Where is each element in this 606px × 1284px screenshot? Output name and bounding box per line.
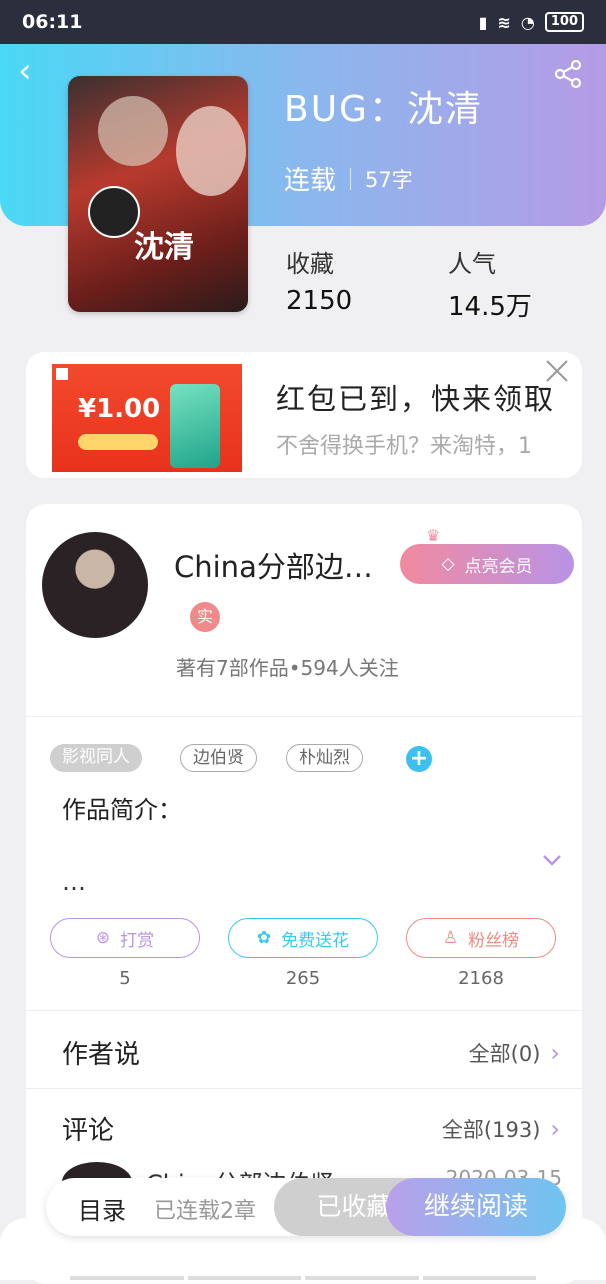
share-icon[interactable] [552, 58, 584, 90]
meta-divider [350, 167, 352, 190]
author-avatar[interactable] [42, 532, 148, 638]
tag-character[interactable]: 边伯贤 [180, 744, 257, 772]
ad-banner[interactable]: ¥1.00 红包已到，快来领取 不舍得换手机？来淘特，1 [26, 352, 582, 478]
signal-icon: ▮ [478, 12, 488, 32]
divider [26, 1088, 582, 1089]
favorites-value: 2150 [286, 286, 353, 316]
flower-count: 265 [285, 968, 321, 989]
book-cover[interactable]: 沈清 [68, 76, 248, 312]
ad-title: 红包已到，快来领取 [276, 382, 556, 416]
serial-status: 已连载2章 [154, 1199, 256, 1224]
battery-icon: 100 [544, 12, 584, 32]
crown-icon: ♛ [426, 526, 441, 545]
author-says-link[interactable]: 全部(0) › [469, 1038, 560, 1068]
diamond-icon: ◇ [441, 554, 455, 574]
phone-image [170, 384, 220, 468]
close-icon[interactable] [544, 358, 570, 384]
favorites-label: 收藏 [286, 250, 334, 278]
author-card: China分部边… ♛ ◇ 点亮会员 实 著有7部作品•594人关注 影视同人 … [26, 504, 582, 1284]
back-icon[interactable]: ‹ [18, 54, 52, 90]
ad-subtitle: 不舍得换手机？来淘特，1 [276, 434, 532, 459]
author-says-all: 全部(0) [468, 1042, 541, 1066]
word-count: 57字 [365, 167, 413, 192]
add-tag-icon[interactable]: + [406, 746, 432, 772]
comments-label: 评论 [62, 1116, 115, 1146]
wifi-icon: ≋ [497, 12, 511, 32]
status-time: 06:11 [22, 11, 83, 33]
coin-icon: ⊛ [95, 928, 111, 948]
book-meta: 连载 57字 [284, 160, 413, 197]
divider [26, 1010, 582, 1011]
send-flower-button[interactable]: ✿ 免费送花 [228, 918, 378, 958]
toc-button[interactable]: 目录 [78, 1191, 126, 1226]
verified-badge: 实 [190, 602, 220, 632]
chevron-down-icon[interactable] [542, 850, 562, 870]
chevron-right-icon: › [550, 1115, 560, 1143]
intro-text: … [62, 868, 86, 896]
fan-count: 2168 [458, 968, 504, 989]
chevron-right-icon: › [550, 1039, 560, 1067]
fan-ranking-button[interactable]: ♙ 粉丝榜 [406, 918, 556, 958]
book-status: 连载 [284, 166, 337, 196]
status-bar: 06:11 ▮ ≋ ◔ 100 [0, 0, 606, 44]
tag-character[interactable]: 朴灿烈 [286, 744, 363, 772]
ad-image: ¥1.00 [52, 364, 242, 472]
fans-icon: ♙ [442, 928, 459, 948]
comments-all: 全部(193) [441, 1118, 541, 1142]
footer-indicator [70, 1276, 536, 1280]
alarm-icon: ◔ [520, 12, 535, 32]
flower-icon: ✿ [256, 928, 272, 948]
author-stats: 著有7部作品•594人关注 [176, 656, 399, 680]
vip-label: 点亮会员 [464, 556, 533, 577]
vip-button[interactable]: ◇ 点亮会员 [400, 544, 574, 584]
send-flower-label: 免费送花 [281, 930, 350, 951]
intro-label: 作品简介： [62, 796, 182, 824]
book-title: BUG：沈清 [284, 89, 483, 130]
tag-genre[interactable]: 影视同人 [50, 744, 142, 772]
continue-reading-button[interactable]: 继续阅读 [386, 1178, 566, 1236]
tip-count: 5 [119, 968, 131, 989]
bottom-action-bar: 目录 已连载2章 已收藏 继续阅读 [46, 1178, 566, 1236]
popularity-value: 14.5万 [448, 292, 532, 322]
fan-ranking-label: 粉丝榜 [468, 930, 520, 951]
author-says-label: 作者说 [62, 1040, 141, 1070]
status-icons: ▮ ≋ ◔ 100 [479, 12, 584, 32]
divider [26, 716, 582, 717]
comments-link[interactable]: 全部(193) › [442, 1114, 560, 1144]
popularity-label: 人气 [448, 250, 496, 278]
tip-label: 打赏 [120, 930, 155, 951]
author-name[interactable]: China分部边… [174, 544, 373, 586]
cover-title: 沈清 [134, 230, 194, 265]
ad-price: ¥1.00 [78, 394, 161, 424]
tip-button[interactable]: ⊛ 打赏 [50, 918, 200, 958]
